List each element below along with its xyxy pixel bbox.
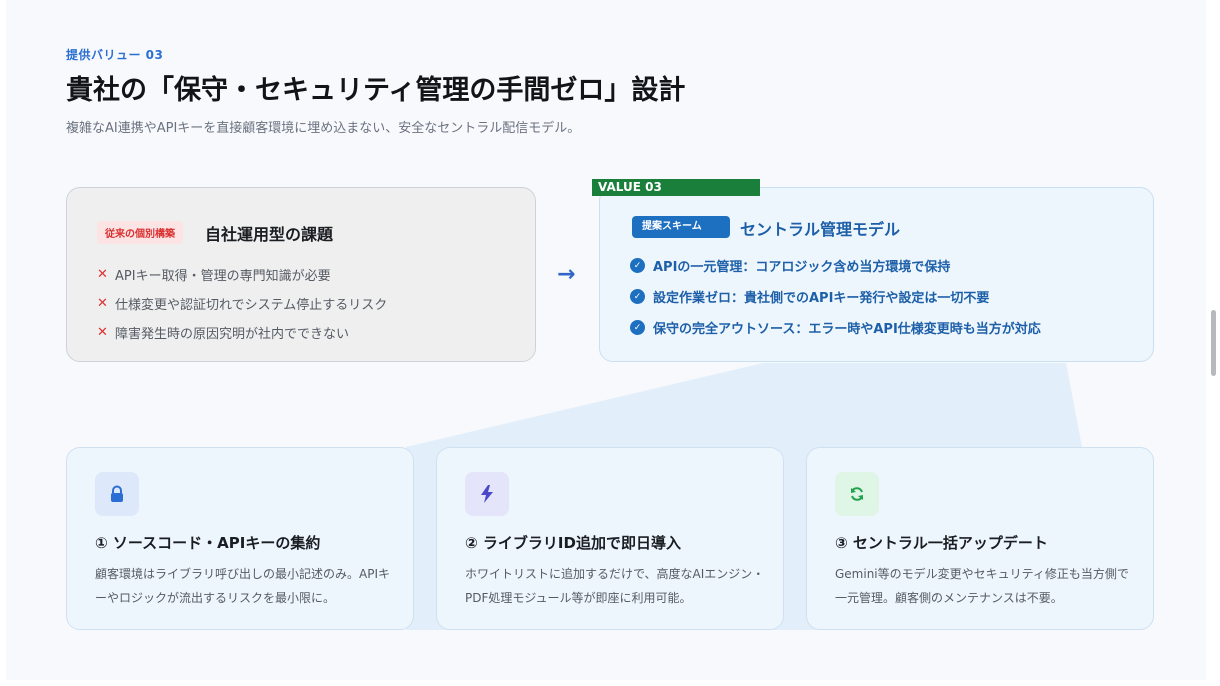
feature-title: ① ソースコード・APIキーの集約 [95, 534, 321, 552]
refresh-icon [835, 472, 879, 516]
check-circle-icon: ✓ [630, 289, 645, 304]
central-title: セントラル管理モデル [740, 220, 901, 239]
legacy-issue-list: ✕ APIキー取得・管理の専門知識が必要 ✕ 仕様変更や認証切れでシステム停止するリ… [97, 260, 387, 347]
section-eyebrow: 提供バリュー 03 [66, 48, 164, 62]
feature-description: 顧客環境はライブラリ呼び出しの最小記述のみ。APIキーやロジックが流出するリスク… [95, 567, 390, 605]
feature-description: Gemini等のモデル変更やセキュリティ修正も当方側で一元管理。顧客側のメンテナ… [835, 567, 1129, 605]
list-item: ✓ 設定作業ゼロ：貴社側でのAPIキー発行や設定は一切不要 [630, 281, 1041, 312]
lock-icon [95, 472, 139, 516]
list-item: ✕ 仕様変更や認証切れでシステム停止するリスク [97, 296, 388, 313]
feature-description: ホワイトリストに追加するだけで、高度なAIエンジン・PDF処理モジュール等が即座… [465, 567, 765, 605]
feature-card-central-update: ③ セントラル一括アップデート Gemini等のモデル変更やセキュリティ修正も当… [806, 447, 1154, 630]
page-title: 貴社の「保守・セキュリティ管理の手間ゼロ」設計 [66, 75, 686, 106]
arrow-right-icon: → [557, 262, 576, 287]
x-mark-icon: ✕ [97, 325, 108, 340]
central-model-card: 提案スキーム セントラル管理モデル ✓ APIの一元管理：コアロジック含め当方環境… [599, 187, 1154, 362]
list-item: ✓ 保守の完全アウトソース：エラー時やAPI仕様変更時も当方が対応 [630, 312, 1041, 343]
feature-card-instant-setup: ② ライブラリID追加で即日導入 ホワイトリストに追加するだけで、高度なAIエン… [436, 447, 784, 630]
x-mark-icon: ✕ [97, 296, 108, 311]
feature-title: ② ライブラリID追加で即日導入 [465, 534, 681, 552]
feature-title: ③ セントラル一括アップデート [835, 534, 1048, 552]
slide: 提供バリュー 03 貴社の「保守・セキュリティ管理の手間ゼロ」設計 複雑なAI連… [6, 0, 1206, 680]
list-item: ✕ APIキー取得・管理の専門知識が必要 [97, 267, 331, 284]
feature-card-source-consolidation: ① ソースコード・APIキーの集約 顧客環境はライブラリ呼び出しの最小記述のみ。… [66, 447, 414, 630]
check-circle-icon: ✓ [630, 320, 645, 335]
legacy-title: 自社運用型の課題 [205, 225, 334, 244]
legacy-tag: 従来の個別構築 [97, 221, 183, 244]
list-item: ✓ APIの一元管理：コアロジック含め当方環境で保持 [630, 250, 1041, 281]
value-badge: VALUE 03 [592, 179, 760, 196]
list-item: ✕ 障害発生時の原因究明が社内でできない [97, 325, 350, 342]
x-mark-icon: ✕ [97, 267, 108, 282]
check-circle-icon: ✓ [630, 258, 645, 273]
proposal-tag: 提案スキーム [632, 216, 730, 238]
page-subtitle: 複雑なAI連携やAPIキーを直接顧客環境に埋め込まない、安全なセントラル配信モデ… [66, 121, 581, 136]
legacy-model-card: 従来の個別構築 自社運用型の課題 ✕ APIキー取得・管理の専門知識が必要 ✕ 仕様… [66, 187, 536, 362]
lightning-icon [465, 472, 509, 516]
central-benefit-list: ✓ APIの一元管理：コアロジック含め当方環境で保持 ✓ 設定作業ゼロ：貴社側でのA… [630, 250, 1041, 343]
scrollbar-thumb[interactable] [1211, 310, 1216, 376]
